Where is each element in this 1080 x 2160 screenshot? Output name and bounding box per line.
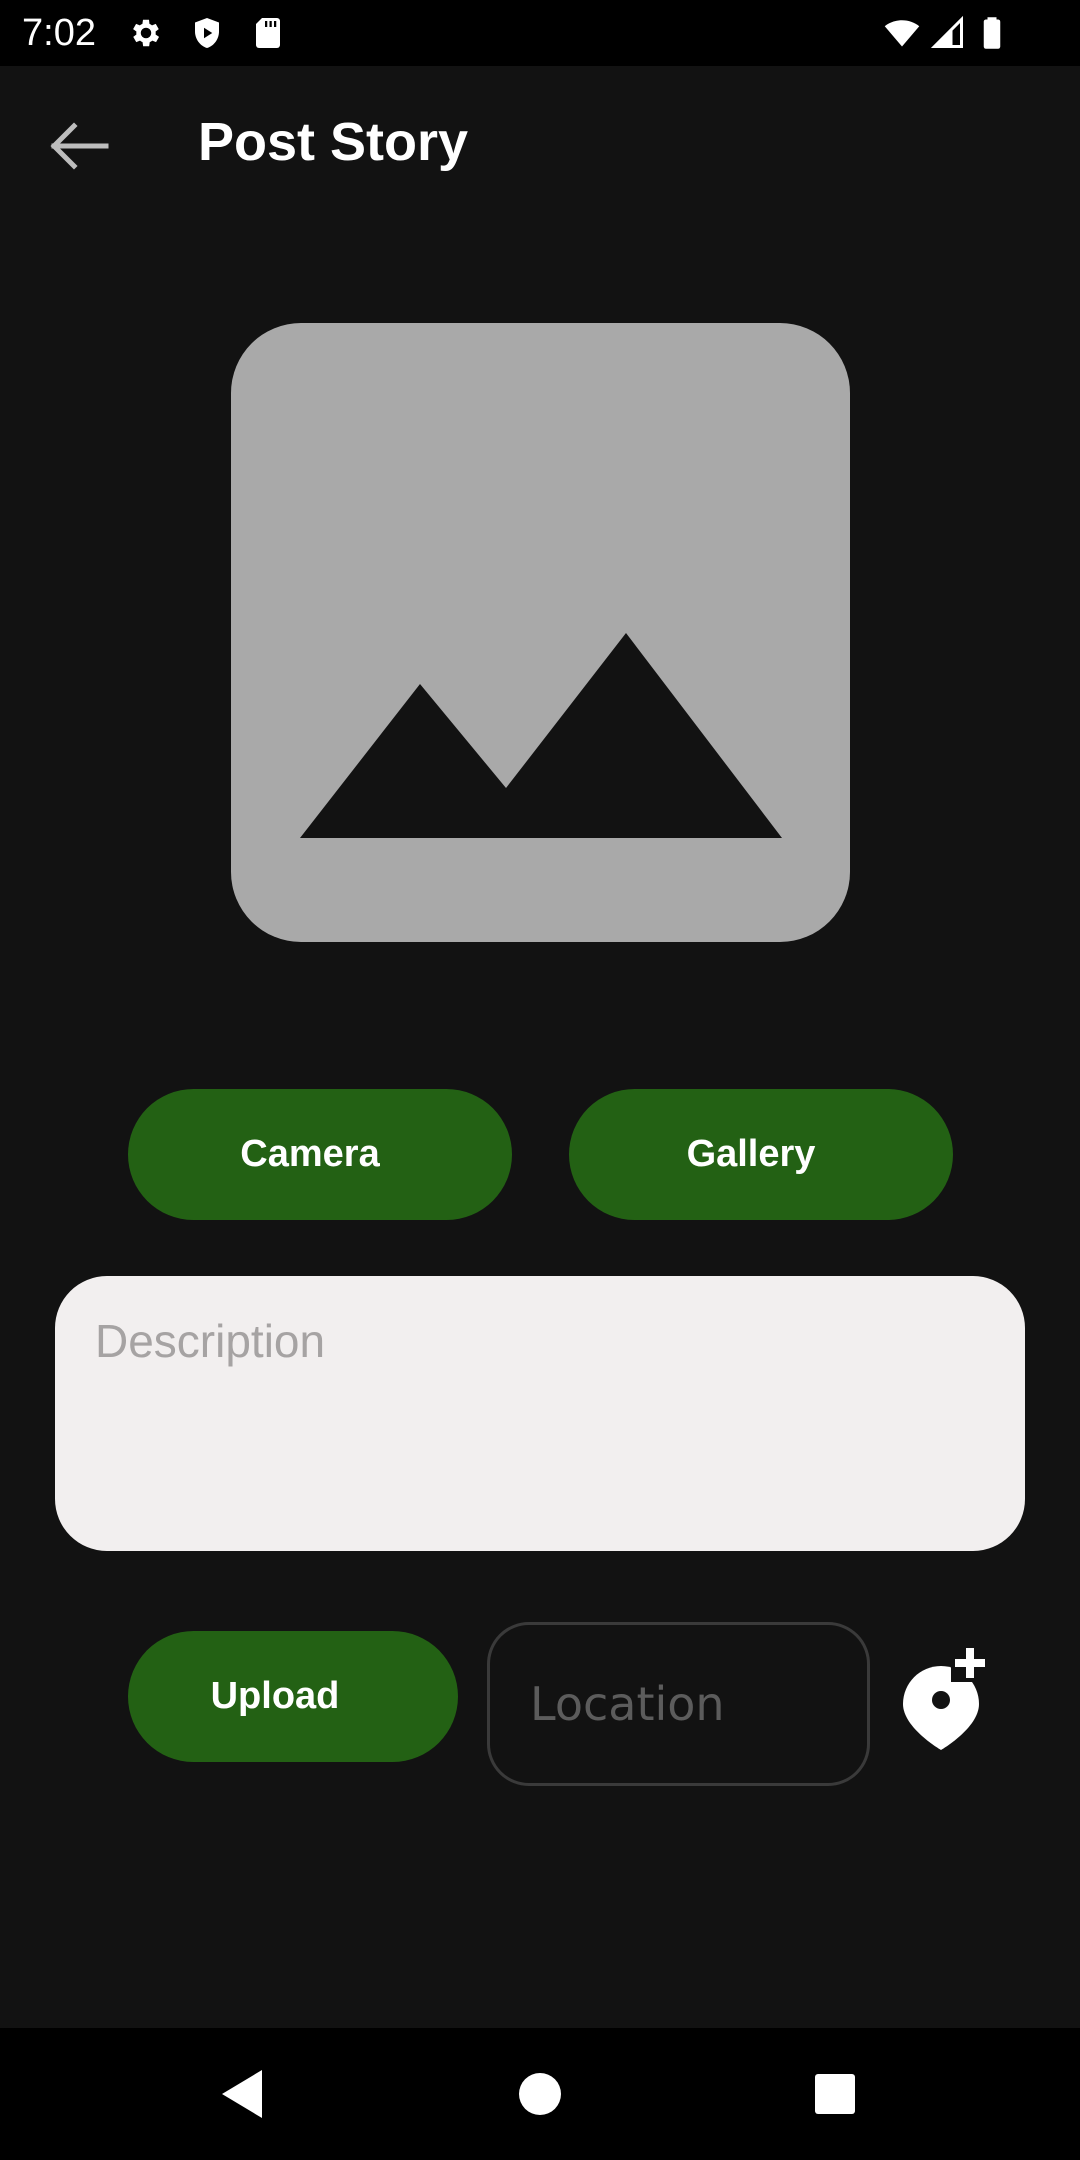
upload-button-label: Upload xyxy=(210,1675,340,1717)
add-location-icon xyxy=(903,1644,989,1750)
post-story-screen: 7:02 Post Story Camera Gallery Descripti… xyxy=(0,0,1080,2160)
wifi-icon xyxy=(880,15,924,51)
camera-button-label: Camera xyxy=(240,1133,380,1175)
page-title: Post Story xyxy=(198,112,469,172)
shield-play-icon xyxy=(187,15,227,51)
nav-recents-icon xyxy=(815,2074,855,2114)
image-placeholder-icon xyxy=(300,633,782,838)
gallery-button[interactable]: Gallery xyxy=(569,1089,953,1220)
navigation-bar xyxy=(0,2028,1080,2160)
upload-button[interactable]: Upload xyxy=(128,1631,458,1762)
gallery-button-label: Gallery xyxy=(686,1133,816,1175)
nav-back-button[interactable] xyxy=(208,2058,280,2130)
camera-button[interactable]: Camera xyxy=(128,1089,512,1220)
nav-home-icon xyxy=(519,2073,561,2115)
description-field[interactable] xyxy=(55,1276,1025,1551)
nav-back-icon xyxy=(222,2070,262,2118)
battery-icon xyxy=(972,15,1012,51)
arrow-left-icon xyxy=(50,122,109,170)
nav-home-button[interactable] xyxy=(504,2058,576,2130)
image-preview[interactable] xyxy=(231,323,850,942)
status-bar: 7:02 xyxy=(0,0,1080,66)
status-time: 7:02 xyxy=(22,12,96,54)
nav-recents-button[interactable] xyxy=(799,2058,871,2130)
back-button[interactable] xyxy=(40,114,116,178)
cell-signal-icon xyxy=(928,15,968,51)
app-bar: Post Story xyxy=(0,66,1080,222)
gear-icon xyxy=(126,15,166,51)
sd-card-icon xyxy=(248,15,288,51)
location-field[interactable] xyxy=(487,1622,870,1786)
add-location-button[interactable] xyxy=(893,1644,989,1750)
